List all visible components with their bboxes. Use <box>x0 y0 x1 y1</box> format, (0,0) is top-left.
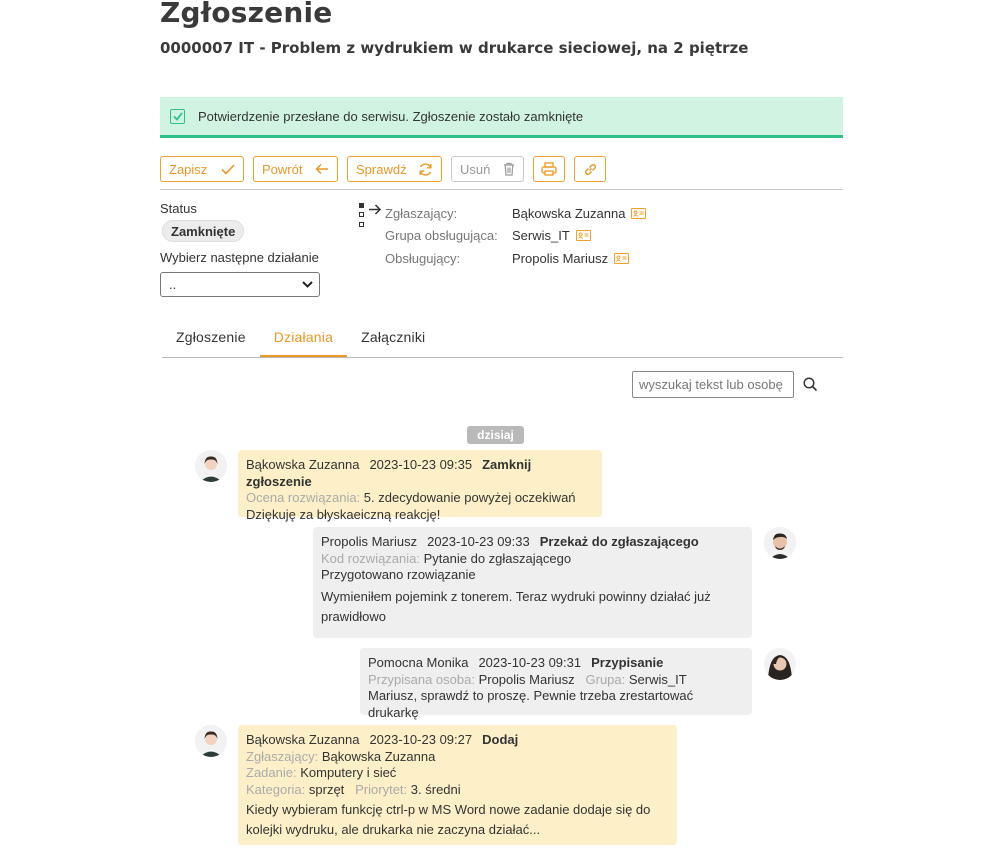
avatar <box>195 725 227 757</box>
person-value: Bąkowska Zuzanna <box>512 205 626 221</box>
field-value: Bąkowska Zuzanna <box>321 748 436 764</box>
id-card-icon[interactable] <box>614 252 630 264</box>
field-value: Komputery i sieć <box>300 765 397 780</box>
id-card-icon[interactable] <box>575 230 591 242</box>
field-value: sprzęt <box>308 781 345 797</box>
person-row-handler: Obsługujący: Propolis Mariusz <box>385 247 646 270</box>
field-label: Kategoria: <box>246 781 306 797</box>
check-button[interactable]: Sprawdź <box>347 156 442 182</box>
message-action: Przypisanie <box>591 655 664 670</box>
status-label: Status <box>160 201 197 216</box>
tab-zgloszenie[interactable]: Zgłoszenie <box>162 325 260 357</box>
message-card: Bąkowska Zuzanna 2023-10-23 09:35 Zamknij … <box>238 450 602 522</box>
person-row-group: Grupa obsługująca: Serwis_IT <box>385 225 646 248</box>
search-icon[interactable] <box>803 377 818 392</box>
message-time: 2023-10-23 09:27 <box>369 732 473 747</box>
message-card: Pomocna Monika 2023-10-23 09:31 Przypisani… <box>360 648 752 720</box>
refresh-icon <box>419 162 432 176</box>
alert-text: Potwierdzenie przesłane do serwisu. Zgło… <box>198 108 584 124</box>
message-card: Bąkowska Zuzanna 2023-10-23 09:27 Dodaj Zg… <box>238 725 677 845</box>
message-time: 2023-10-23 09:35 <box>369 457 473 472</box>
message-action: Przekaż do zgłaszającego <box>539 534 699 549</box>
checkbox-check-icon <box>170 108 185 124</box>
date-separator: dzisiaj <box>467 426 524 444</box>
field-label: Zadanie: <box>246 765 297 780</box>
person-value: Serwis_IT <box>512 228 570 244</box>
message-card: Propolis Mariusz 2023-10-23 09:33 Przekaż … <box>313 527 752 638</box>
tab-bar: Zgłoszenie Działania Załączniki <box>162 325 843 358</box>
message-action: Dodaj <box>482 732 519 747</box>
people-list: Zgłaszający: Bąkowska Zuzanna Grupa obsł… <box>385 202 647 270</box>
field-value: 5. zdecydowanie powyżej oczekiwań <box>363 490 576 505</box>
field-value: Propolis Mariusz <box>478 671 575 687</box>
link-button[interactable] <box>574 156 606 182</box>
toolbar-divider <box>160 189 843 190</box>
message-body: Dziękuję za błyskaeiczną reakcję! <box>246 506 441 522</box>
message-author: Propolis Mariusz <box>321 534 418 549</box>
person-row-reporter: Zgłaszający: Bąkowska Zuzanna <box>385 202 647 225</box>
ticket-subtitle: 0000007 IT - Problem z wydrukiem w druka… <box>160 39 749 57</box>
person-label: Obsługujący: <box>385 250 461 266</box>
delete-button[interactable]: Usuń <box>451 156 524 182</box>
message-author: Bąkowska Zuzanna <box>246 457 360 472</box>
field-label: Kod rozwiązania: <box>321 550 420 566</box>
avatar <box>764 648 796 680</box>
status-badge: Zamknięte <box>162 220 245 242</box>
person-label: Zgłaszający: <box>385 205 458 221</box>
next-action-value: .. <box>169 277 177 292</box>
id-card-icon[interactable] <box>631 207 647 219</box>
field-value: Serwis_IT <box>628 671 687 687</box>
avatar <box>195 450 227 482</box>
message-body: Wymieniłem pojemink z tonerem. Teraz wyd… <box>321 588 711 624</box>
message-body: Mariusz, sprawdź to proszę. Pewnie trzeb… <box>368 688 694 720</box>
printer-icon <box>541 162 557 176</box>
message-body: Kiedy wybieram funkcję ctrl-p w MS Word … <box>246 802 651 837</box>
search-input[interactable]: wyszukaj tekst lub osobę <box>632 371 794 398</box>
next-action-label: Wybierz następne działanie <box>160 250 319 265</box>
field-line: Przygotowano rzowiązanie <box>321 567 476 582</box>
link-icon <box>584 163 596 175</box>
check-button-label: Sprawdź <box>356 161 407 177</box>
tab-zalaczniki[interactable]: Załączniki <box>347 325 439 357</box>
field-label: Przypisana osoba: <box>368 671 475 687</box>
message-time: 2023-10-23 09:31 <box>478 655 582 670</box>
message-author: Pomocna Monika <box>368 655 469 670</box>
message-time: 2023-10-23 09:33 <box>427 534 530 549</box>
chevron-down-icon <box>302 281 313 288</box>
back-button[interactable]: Powrót <box>253 156 338 182</box>
field-value: 3. średni <box>410 781 461 797</box>
save-button[interactable]: Zapisz <box>160 156 244 182</box>
back-button-label: Powrót <box>262 161 303 177</box>
person-value: Propolis Mariusz <box>512 250 609 266</box>
page-title: Zgłoszenie <box>160 0 333 29</box>
print-button[interactable] <box>533 156 565 182</box>
trash-icon <box>504 162 514 176</box>
person-label: Grupa obsługująca: <box>385 228 498 244</box>
save-button-label: Zapisz <box>169 161 208 177</box>
message-author: Bąkowska Zuzanna <box>246 732 360 747</box>
success-alert: Potwierdzenie przesłane do serwisu. Zgło… <box>160 97 843 138</box>
check-icon <box>221 163 235 175</box>
workflow-icon <box>359 203 382 227</box>
field-label: Ocena rozwiązania: <box>246 490 361 505</box>
next-action-select[interactable]: .. <box>160 272 320 297</box>
toolbar: Zapisz Powrót Sprawdź Usuń <box>160 156 615 182</box>
avatar <box>764 527 796 559</box>
field-value: Pytanie do zgłaszającego <box>423 550 572 566</box>
tab-dzialania[interactable]: Działania <box>259 325 348 357</box>
field-label: Priorytet: <box>355 781 408 797</box>
field-label: Grupa: <box>585 671 626 687</box>
arrow-left-icon <box>315 163 328 175</box>
delete-button-label: Usuń <box>460 161 491 177</box>
field-label: Zgłaszający: <box>246 748 319 764</box>
